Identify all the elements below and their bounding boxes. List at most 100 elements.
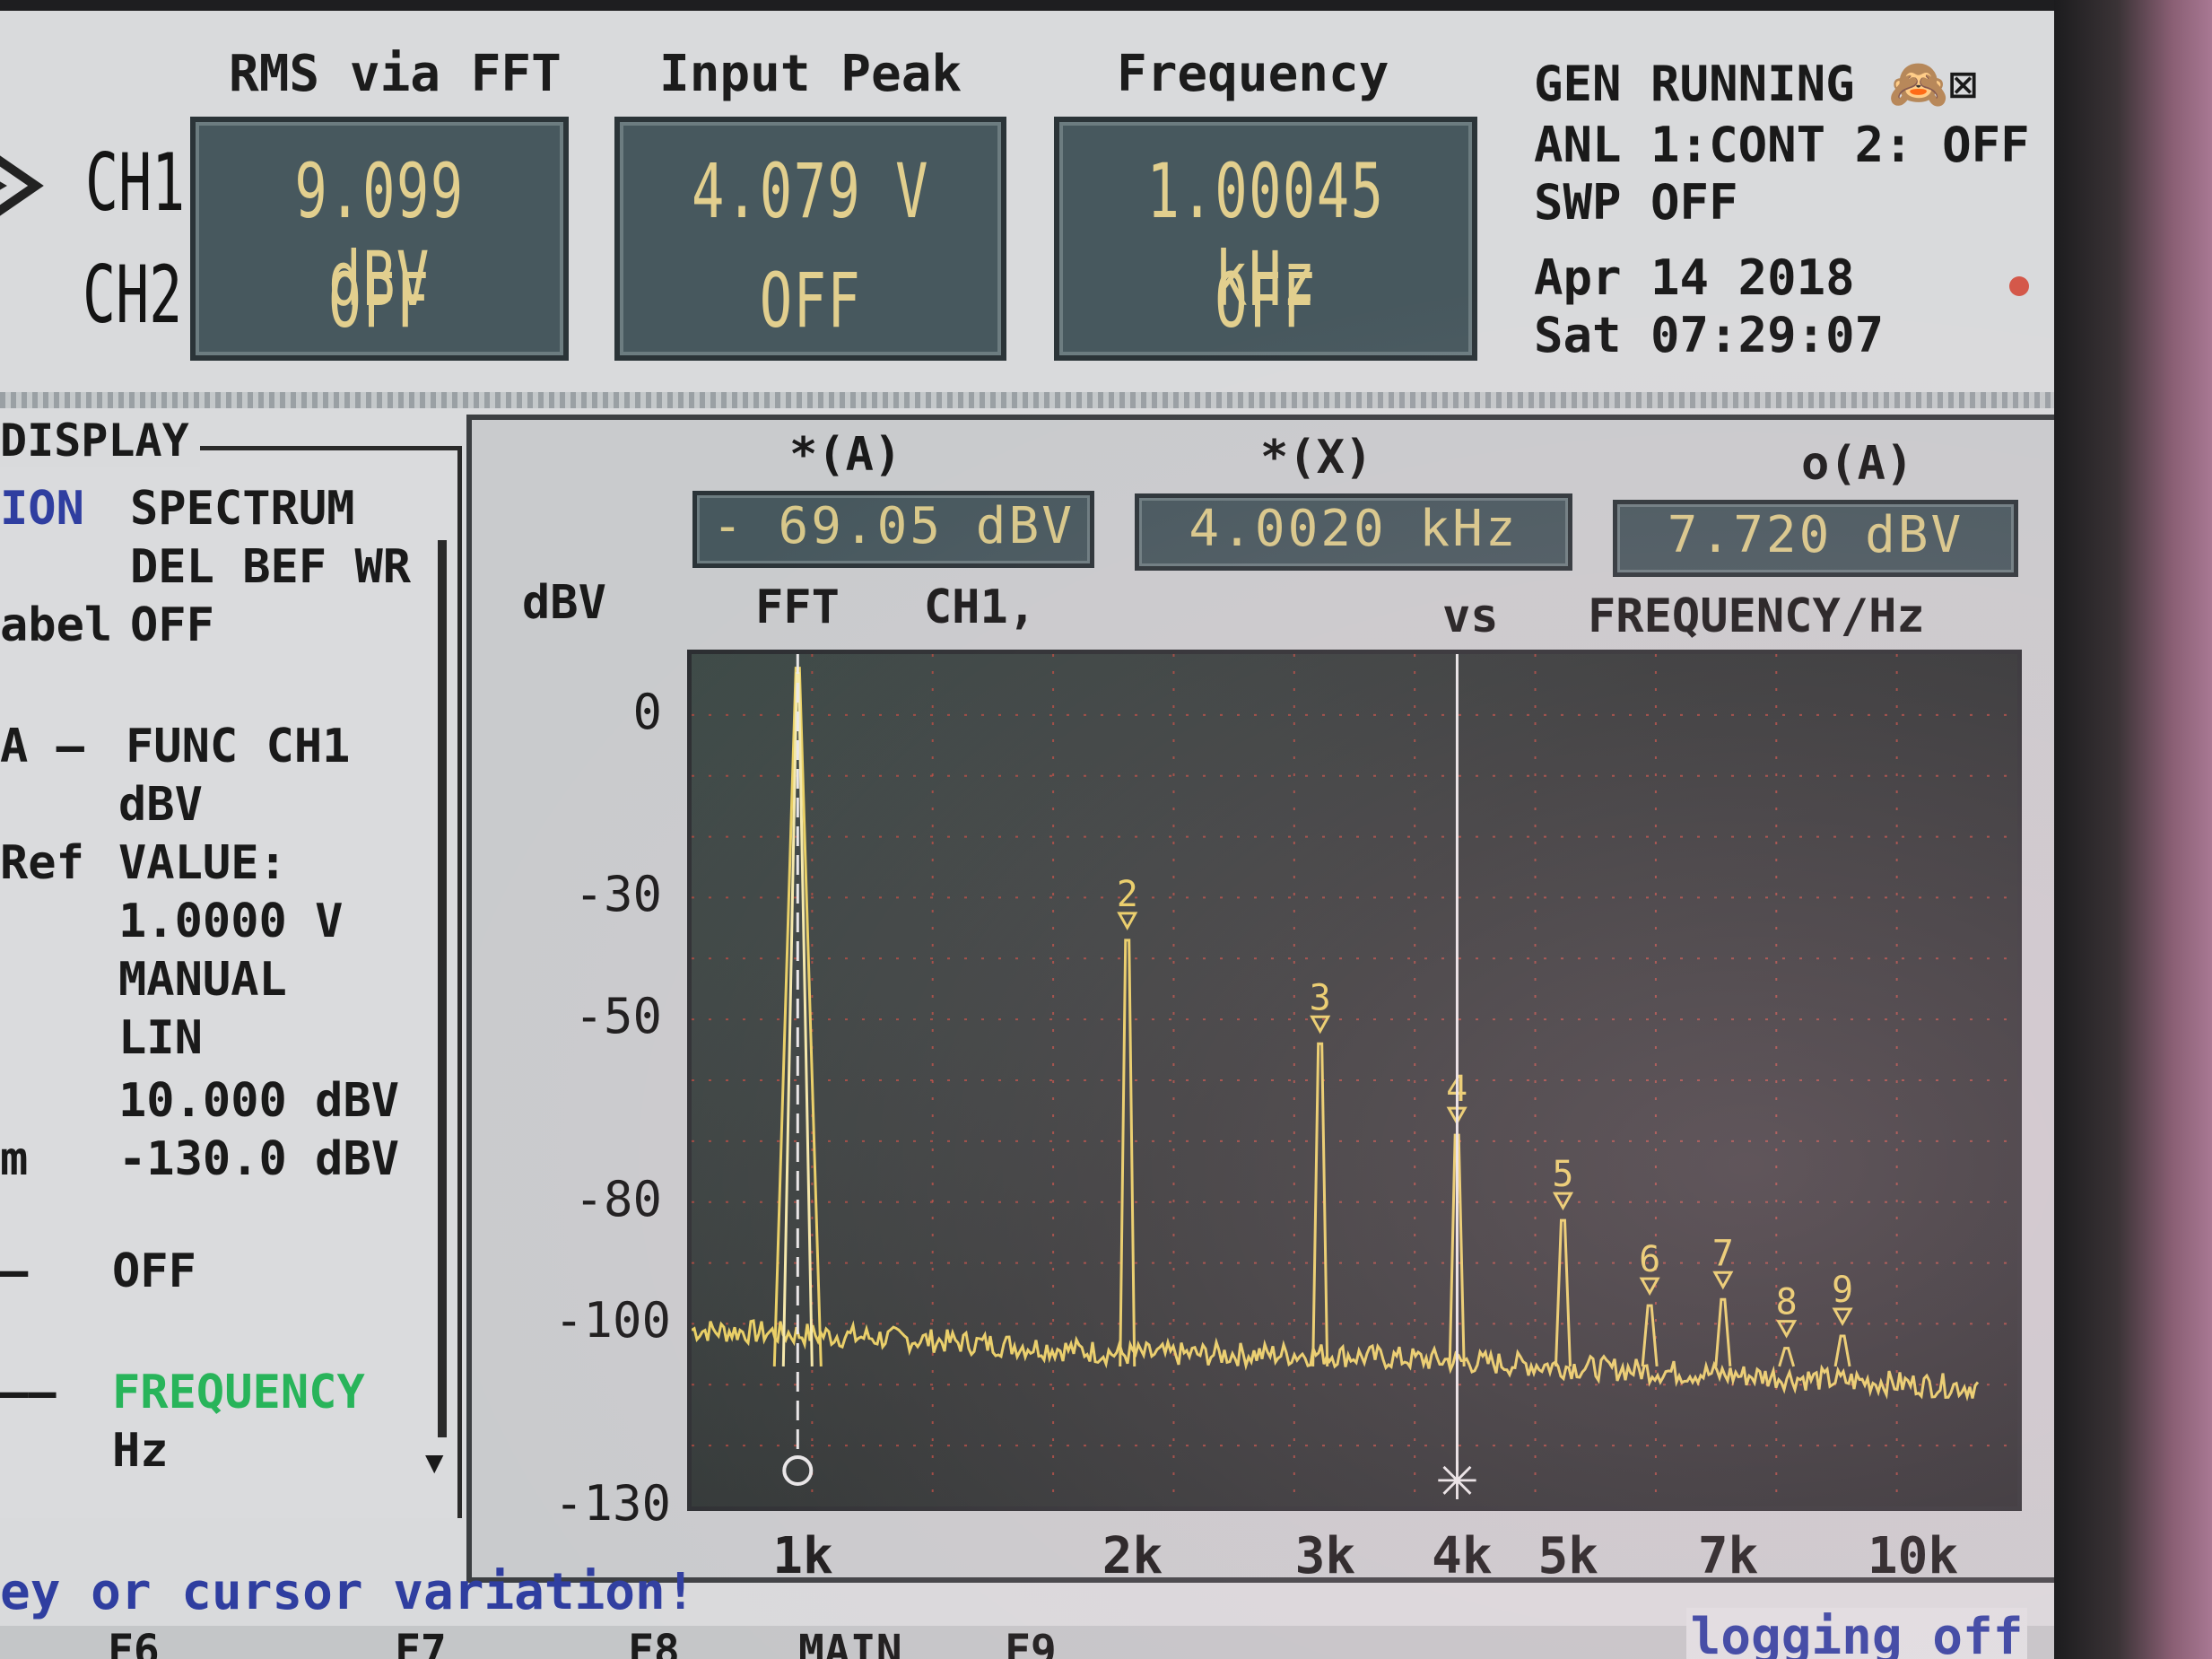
- cursor-x-readout[interactable]: 4.0020 kHz: [1135, 493, 1572, 571]
- analyzer-screen: RMS via FFT Input Peak Frequency CH1 CH2…: [0, 11, 2054, 1659]
- cursor-o-label: o(A): [1801, 437, 1914, 491]
- function-key[interactable]: MAIN: [798, 1626, 902, 1659]
- function-key[interactable]: F9: [1005, 1626, 1057, 1659]
- panel-line-key: A —: [0, 720, 84, 773]
- harmonic-marker-icon: [1776, 1320, 1798, 1339]
- ch1-peak-value: 4.079 V: [692, 147, 929, 235]
- panel-line-key: ——: [0, 1366, 57, 1419]
- scroll-down-icon[interactable]: ▼: [425, 1445, 443, 1480]
- harmonic-marker-icon: [1310, 1015, 1331, 1035]
- cursor-a-value: - 69.05 dBV: [712, 497, 1075, 555]
- harmonic-peak: [1833, 1334, 1851, 1367]
- x-tick-label: 5k: [1537, 1527, 1598, 1585]
- monitor-bezel-right: [2054, 0, 2212, 1659]
- x-axis-title: FREQUENCY/Hz: [1588, 589, 1925, 643]
- panel-line-key: Ref: [0, 836, 84, 890]
- function-key[interactable]: F8: [628, 1626, 680, 1659]
- harmonic-number-label: 2: [1117, 874, 1138, 915]
- y-tick-label: -100: [554, 1292, 672, 1349]
- ch2-rms-value: OFF: [328, 257, 431, 345]
- x-tick-label: 4k: [1432, 1527, 1493, 1585]
- fft-plot-area[interactable]: 23456789✳: [687, 650, 2022, 1511]
- panel-line-key: abel: [0, 598, 113, 652]
- harmonic-peak: [1778, 1347, 1796, 1367]
- cursor-o-readout[interactable]: 7.720 dBV: [1613, 500, 2018, 577]
- harmonic-number-label: 9: [1832, 1270, 1853, 1311]
- cursor-x-label: *(X): [1260, 431, 1373, 485]
- harmonic-number-label: 5: [1552, 1154, 1573, 1195]
- record-indicator-icon: [2009, 276, 2029, 296]
- panel-line-value[interactable]: OFF: [112, 1244, 196, 1298]
- panel-line-value[interactable]: 10.000 dBV: [118, 1074, 399, 1128]
- x-tick-label: 7k: [1697, 1527, 1759, 1585]
- harmonic-peak: [1714, 1297, 1732, 1367]
- harmonic-peak: [1641, 1304, 1659, 1367]
- panel-line-value[interactable]: SPECTRUM: [130, 482, 354, 536]
- fft-chart-svg: 23456789✳: [692, 654, 2017, 1506]
- cursor-x-value: 4.0020 kHz: [1189, 500, 1519, 558]
- peak-readout: 4.079 V OFF: [614, 117, 1006, 361]
- peak-column-title: Input Peak: [659, 45, 962, 103]
- date-display: Apr 14 2018: [1534, 249, 1855, 306]
- generator-mute-icon: 🙈⊠: [1888, 56, 1978, 112]
- status-message: ey or cursor variation!: [0, 1563, 696, 1621]
- panel-line-value[interactable]: VALUE:: [118, 836, 287, 890]
- panel-line-value[interactable]: -130.0 dBV: [118, 1132, 399, 1186]
- time-display: Sat 07:29:07: [1534, 307, 1885, 363]
- y-tick-label: -130: [554, 1475, 672, 1532]
- frequency-column-title: Frequency: [1117, 45, 1389, 103]
- panel-line-value[interactable]: DEL BEF WR: [130, 540, 411, 594]
- x-tick-label: 2k: [1102, 1527, 1163, 1585]
- graph-title: FFT CH1,: [755, 581, 1037, 634]
- generator-status: GEN RUNNING: [1534, 56, 1855, 112]
- cursor-o-value: 7.720 dBV: [1667, 506, 1964, 564]
- harmonic-peak: [1119, 939, 1136, 1366]
- panel-line-value[interactable]: OFF: [130, 598, 214, 652]
- x-tick-label: 10k: [1867, 1527, 1959, 1585]
- y-tick-label: -50: [574, 988, 662, 1045]
- panel-line-value[interactable]: 1.0000 V: [118, 895, 343, 948]
- harmonic-peak: [1554, 1218, 1572, 1366]
- panel-line-value[interactable]: MANUAL: [118, 953, 287, 1007]
- graph-title-vs: vs: [1442, 589, 1499, 643]
- panel-line-value[interactable]: Hz: [112, 1424, 169, 1478]
- cursor-o-marker-icon: [782, 1455, 814, 1486]
- function-key[interactable]: F6: [108, 1626, 160, 1659]
- cursor-a-readout[interactable]: - 69.05 dBV: [692, 491, 1094, 568]
- y-tick-label: 0: [632, 683, 662, 740]
- x-tick-label: 3k: [1294, 1527, 1356, 1585]
- header-divider: [0, 392, 2054, 408]
- y-tick-label: -30: [574, 866, 662, 923]
- ch2-label: CH2: [83, 249, 183, 341]
- harmonic-marker-icon: [1552, 1192, 1574, 1211]
- harmonic-number-label: 8: [1776, 1282, 1798, 1323]
- harmonic-number-label: 6: [1639, 1239, 1660, 1280]
- logging-status: logging off: [1686, 1608, 2027, 1659]
- panel-line-value[interactable]: LIN: [118, 1011, 203, 1065]
- function-key[interactable]: F7: [395, 1626, 447, 1659]
- ch2-frequency-value: OFF: [1215, 257, 1317, 345]
- ch2-peak-value: OFF: [759, 257, 862, 345]
- rms-column-title: RMS via FFT: [229, 45, 562, 103]
- harmonic-marker-icon: [1712, 1270, 1734, 1290]
- y-unit-label: dBV: [522, 576, 606, 630]
- harmonic-marker-icon: [1832, 1307, 1853, 1327]
- panel-line-key: —: [0, 1244, 29, 1298]
- cursor-x-marker-icon: ✳: [1435, 1451, 1479, 1506]
- ch1-label: CH1: [85, 136, 186, 229]
- panel-title: DISPLAY: [0, 415, 200, 467]
- harmonic-marker-icon: [1117, 912, 1138, 930]
- harmonic-peak: [1311, 1042, 1329, 1366]
- panel-line-value[interactable]: dBV: [118, 778, 203, 832]
- sweep-status: SWP OFF: [1534, 174, 1738, 231]
- panel-line-value[interactable]: FREQUENCY: [112, 1366, 365, 1419]
- cursor-a-label: *(A): [789, 428, 902, 482]
- panel-scrollbar[interactable]: [438, 540, 447, 1437]
- y-tick-label: -80: [574, 1170, 662, 1227]
- harmonic-number-label: 7: [1712, 1233, 1734, 1274]
- harmonic-number-label: 3: [1310, 977, 1331, 1018]
- frequency-readout: 1.00045 kHz OFF: [1054, 117, 1477, 361]
- panel-line-key: m: [0, 1132, 29, 1186]
- channel-select-arrow-icon[interactable]: [0, 127, 45, 244]
- panel-line-value[interactable]: FUNC CH1: [126, 720, 350, 773]
